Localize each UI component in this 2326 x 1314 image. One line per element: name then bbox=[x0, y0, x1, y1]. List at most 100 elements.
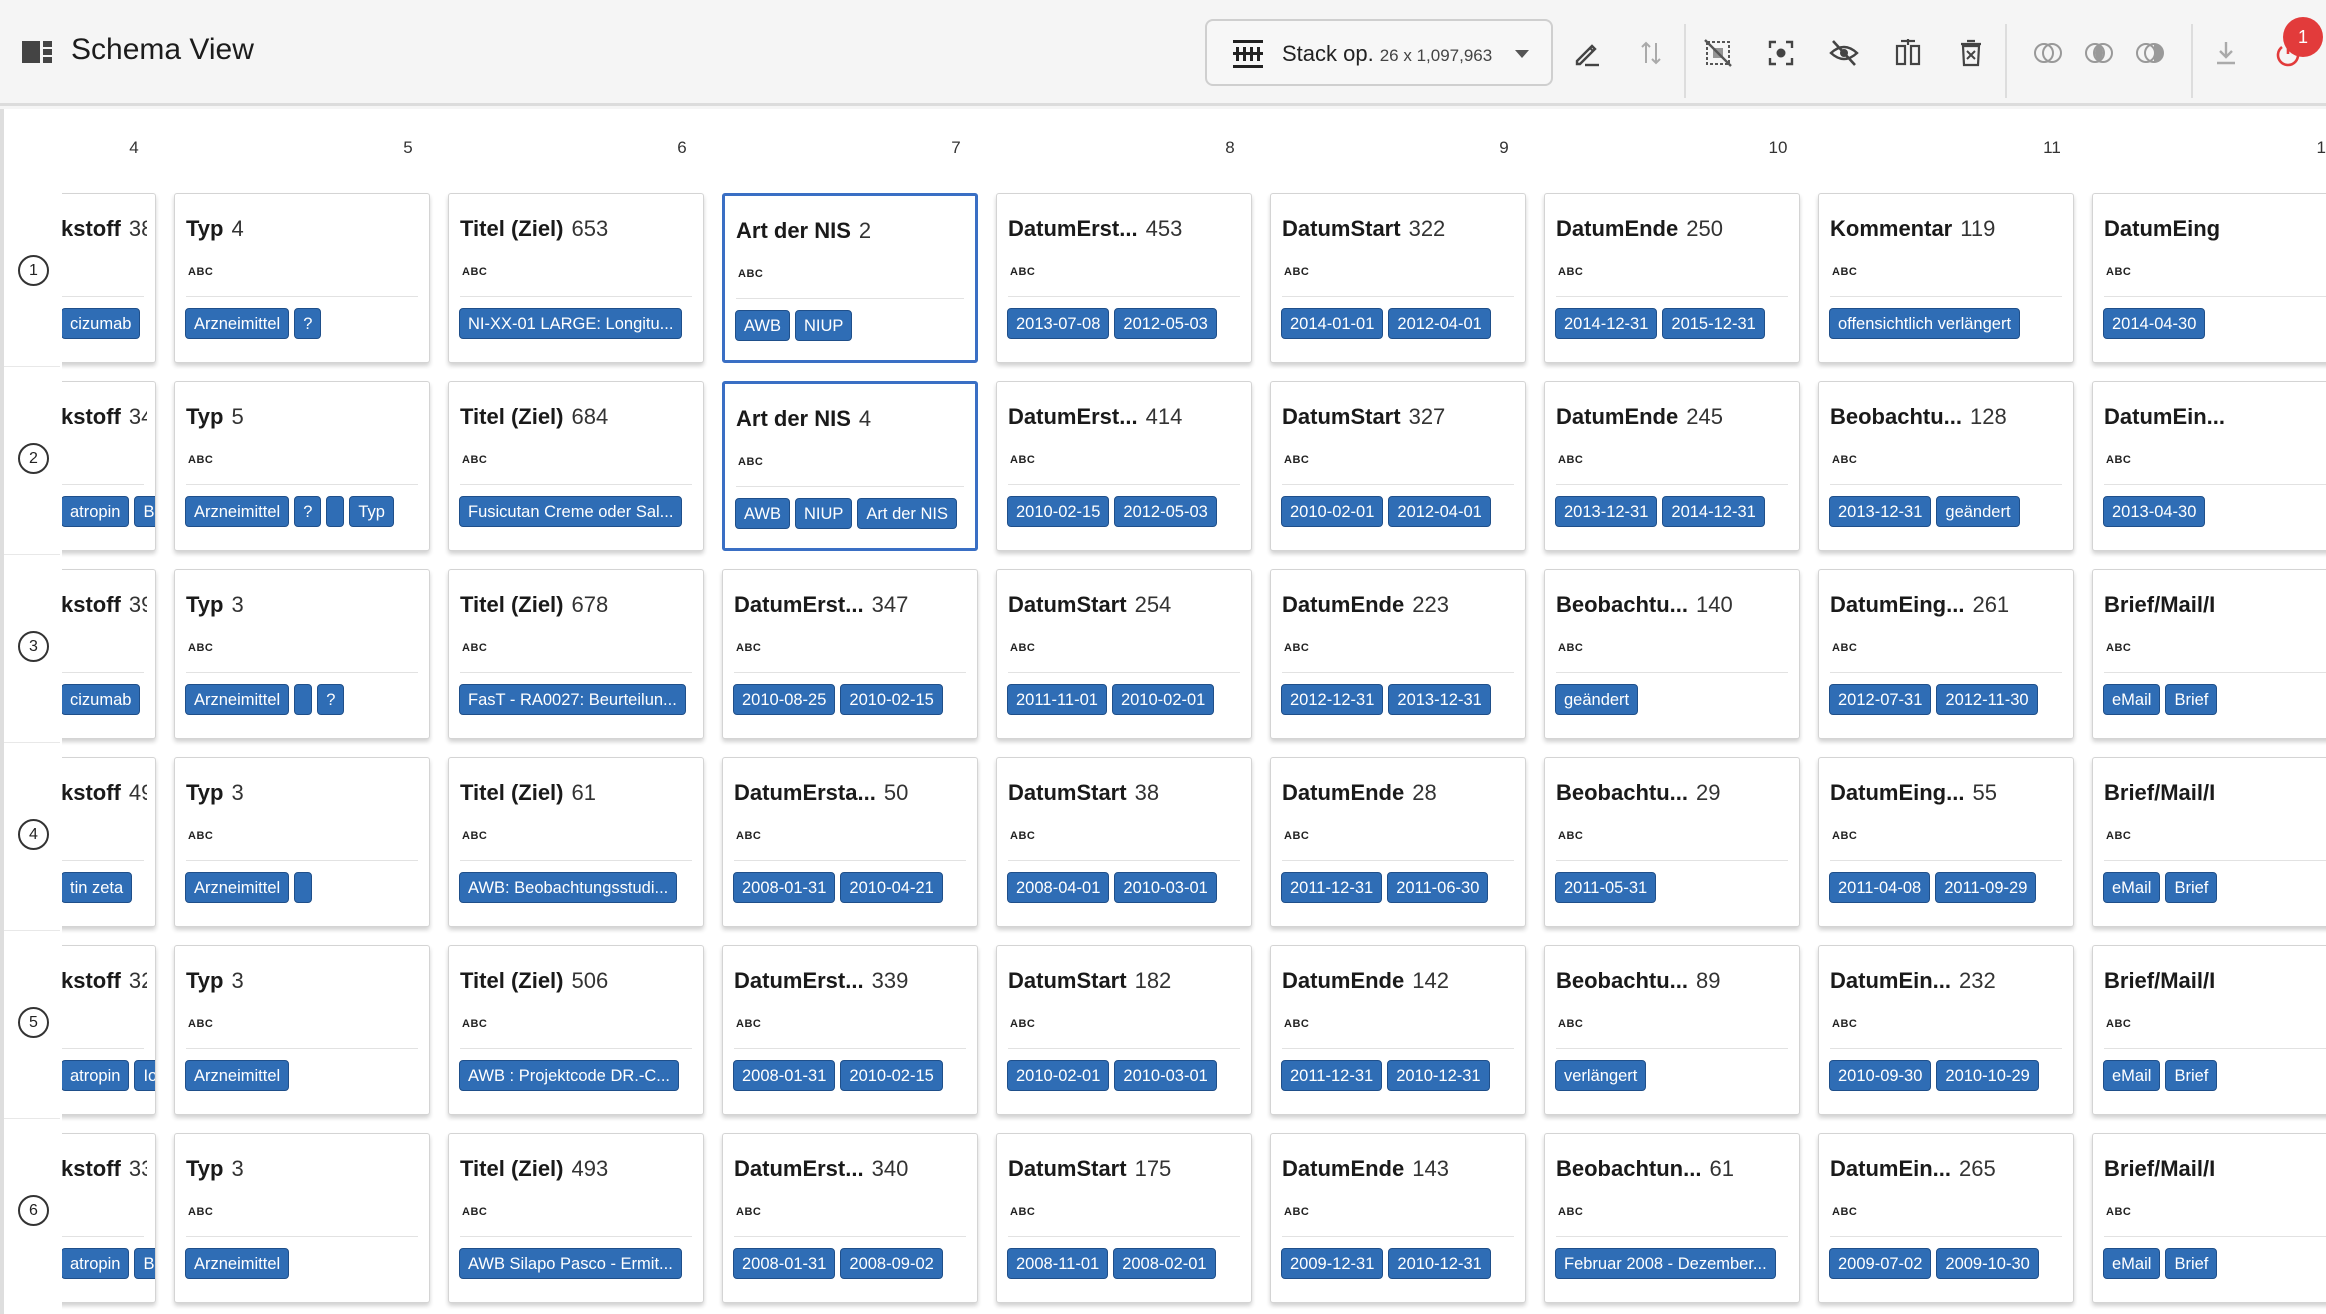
value-chip[interactable]: 2008-11-01 bbox=[1007, 1248, 1109, 1279]
schema-card[interactable]: Brief/Mail/I ABC eMail Brief bbox=[2092, 945, 2326, 1115]
toggle-left-icon[interactable] bbox=[2028, 33, 2068, 73]
value-chip[interactable]: 2011-12-31 bbox=[1281, 872, 1383, 903]
value-chip[interactable]: ? bbox=[294, 308, 322, 339]
pencil-icon[interactable] bbox=[1567, 33, 1607, 73]
value-chip[interactable]: 2015-12-31 bbox=[1662, 308, 1765, 339]
value-chip[interactable]: offensichtlich verlängert bbox=[1829, 308, 2021, 339]
schema-card[interactable]: kstoff 397 cizumab bbox=[62, 569, 156, 739]
schema-card[interactable]: Titel (Ziel) 678 ABC FasT - RA0027: Beurtei… bbox=[448, 569, 704, 739]
value-chip[interactable]: atropin bbox=[62, 1248, 130, 1279]
value-chip[interactable]: eMail bbox=[2103, 684, 2161, 715]
schema-card[interactable]: DatumEnde 250 ABC 2014-12-31 2015-12-31 bbox=[1544, 193, 1800, 363]
schema-card[interactable]: Typ 4 ABC Arzneimittel? bbox=[174, 193, 430, 363]
value-chip[interactable]: 2013-12-31 bbox=[1388, 684, 1491, 715]
notification-badge[interactable]: 1 bbox=[2283, 17, 2323, 57]
deselect-grid-icon[interactable] bbox=[1698, 33, 1738, 73]
value-chip[interactable] bbox=[326, 496, 345, 527]
schema-card[interactable]: Beobachtu... 128 ABC 2013-12-31 geändert bbox=[1818, 381, 2074, 551]
schema-card[interactable]: DatumErst... 340 ABC 2008-01-31 2008-09-02 bbox=[722, 1133, 978, 1303]
schema-card[interactable]: kstoff 49 tin zeta bbox=[62, 757, 156, 927]
schema-card[interactable]: Beobachtun... 61 ABC Februar 2008 - Dezembe… bbox=[1544, 1133, 1800, 1303]
toggle-right-icon[interactable] bbox=[2130, 33, 2170, 73]
value-chip[interactable]: 2010-12-31 bbox=[1388, 1248, 1491, 1279]
focus-icon[interactable] bbox=[1761, 33, 1801, 73]
schema-card[interactable]: Art der NIS 2 ABC AWB NIUP bbox=[722, 193, 978, 363]
value-chip[interactable]: AWB bbox=[735, 310, 790, 341]
value-chip[interactable]: eMail bbox=[2103, 872, 2161, 903]
schema-card[interactable]: Kommentar 119 ABC offensichtlich verlängert bbox=[1818, 193, 2074, 363]
value-chip[interactable]: atropin bbox=[62, 1060, 130, 1091]
value-chip[interactable]: Arzneimittel bbox=[185, 1248, 290, 1279]
value-chip[interactable]: Iomeprol bbox=[134, 1060, 155, 1091]
value-chip[interactable]: Arzneimittel bbox=[185, 1060, 290, 1091]
value-chip[interactable]: 2011-06-30 bbox=[1387, 872, 1489, 903]
value-chip[interactable]: eMail bbox=[2103, 1060, 2161, 1091]
toggle-mid-icon[interactable] bbox=[2079, 33, 2119, 73]
value-chip[interactable]: Fusicutan Creme oder Sal... bbox=[459, 496, 683, 527]
value-chip[interactable]: 2010-02-01 bbox=[1007, 1060, 1110, 1091]
schema-card[interactable]: DatumStart 254 ABC 2011-11-01 2010-02-01 bbox=[996, 569, 1252, 739]
schema-card[interactable]: Typ 3 ABC Arzneimittel bbox=[174, 757, 430, 927]
schema-card[interactable]: kstoff 385 cizumab bbox=[62, 193, 156, 363]
value-chip[interactable]: 2011-09-29 bbox=[1935, 872, 2037, 903]
value-chip[interactable]: geändert bbox=[1555, 684, 1639, 715]
value-chip[interactable]: 2014-12-31 bbox=[1662, 496, 1765, 527]
value-chip[interactable]: 2013-12-31 bbox=[1555, 496, 1658, 527]
value-chip[interactable]: 2014-01-01 bbox=[1281, 308, 1384, 339]
delete-icon[interactable] bbox=[1951, 33, 1991, 73]
row-number[interactable]: 5 bbox=[18, 1007, 49, 1038]
row-number[interactable]: 1 bbox=[18, 255, 49, 286]
download-icon[interactable] bbox=[2206, 33, 2246, 73]
value-chip[interactable]: 2010-12-31 bbox=[1387, 1060, 1490, 1091]
value-chip[interactable]: 2010-03-01 bbox=[1114, 1060, 1217, 1091]
value-chip[interactable]: 2008-02-01 bbox=[1113, 1248, 1216, 1279]
schema-card[interactable]: Typ 5 ABC Arzneimittel? Typ bbox=[174, 381, 430, 551]
value-chip[interactable]: tin zeta bbox=[62, 872, 133, 903]
schema-card[interactable]: DatumEnde 143 ABC 2009-12-31 2010-12-31 bbox=[1270, 1133, 1526, 1303]
value-chip[interactable]: Bevacizumab bbox=[134, 496, 155, 527]
value-chip[interactable]: 2012-05-03 bbox=[1114, 496, 1217, 527]
schema-card[interactable]: DatumEing ABC 2014-04-30 bbox=[2092, 193, 2326, 363]
value-chip[interactable]: NIUP bbox=[794, 310, 853, 341]
schema-card[interactable]: DatumEing... 261 ABC 2012-07-31 2012-11-30 bbox=[1818, 569, 2074, 739]
value-chip[interactable]: Arzneimittel bbox=[185, 684, 290, 715]
value-chip[interactable]: 2010-04-21 bbox=[840, 872, 943, 903]
value-chip[interactable]: 2013-07-08 bbox=[1007, 308, 1110, 339]
schema-card[interactable]: DatumEnde 28 ABC 2011-12-31 2011-06-30 bbox=[1270, 757, 1526, 927]
value-chip[interactable]: ? bbox=[317, 684, 345, 715]
value-chip[interactable]: 2009-12-31 bbox=[1281, 1248, 1384, 1279]
value-chip[interactable]: 2008-01-31 bbox=[733, 1060, 836, 1091]
value-chip[interactable]: 2013-04-30 bbox=[2103, 496, 2206, 527]
sort-arrows-icon[interactable] bbox=[1631, 33, 1671, 73]
schema-card[interactable]: Art der NIS 4 ABC AWB NIUP Art der NIS bbox=[722, 381, 978, 551]
operation-select[interactable]: Stack op. 26 x 1,097,963 bbox=[1205, 19, 1553, 86]
value-chip[interactable]: AWB : Projektcode DR.-C... bbox=[459, 1060, 680, 1091]
schema-card[interactable]: kstoff 321 atropinIomeprol bbox=[62, 945, 156, 1115]
schema-card[interactable]: DatumStart 327 ABC 2010-02-01 2012-04-01 bbox=[1270, 381, 1526, 551]
schema-card[interactable]: DatumErst... 414 ABC 2010-02-15 2012-05-03 bbox=[996, 381, 1252, 551]
value-chip[interactable]: 2010-02-15 bbox=[840, 684, 943, 715]
schema-card[interactable]: kstoff 336 atropinBevacizumab bbox=[62, 1133, 156, 1303]
value-chip[interactable]: 2010-09-30 bbox=[1829, 1060, 1932, 1091]
value-chip[interactable]: 2012-05-03 bbox=[1114, 308, 1217, 339]
schema-card[interactable]: Typ 3 ABC Arzneimittel? bbox=[174, 569, 430, 739]
schema-card[interactable]: Beobachtu... 89 ABC verlängert bbox=[1544, 945, 1800, 1115]
schema-card[interactable]: DatumEing... 55 ABC 2011-04-08 2011-09-29 bbox=[1818, 757, 2074, 927]
value-chip[interactable]: geändert bbox=[1936, 496, 2020, 527]
value-chip[interactable] bbox=[294, 684, 313, 715]
schema-card[interactable]: Brief/Mail/I ABC eMail Brief bbox=[2092, 569, 2326, 739]
value-chip[interactable]: NIUP bbox=[794, 498, 853, 529]
schema-card[interactable]: Brief/Mail/I ABC eMail Brief bbox=[2092, 1133, 2326, 1303]
value-chip[interactable]: cizumab bbox=[62, 308, 141, 339]
schema-card[interactable]: kstoff 344 atropinBevacizumab bbox=[62, 381, 156, 551]
schema-card[interactable]: DatumEnde 142 ABC 2011-12-31 2010-12-31 bbox=[1270, 945, 1526, 1115]
schema-card[interactable]: Beobachtu... 140 ABC geändert bbox=[1544, 569, 1800, 739]
schema-card[interactable]: DatumStart 322 ABC 2014-01-01 2012-04-01 bbox=[1270, 193, 1526, 363]
value-chip[interactable]: 2008-04-01 bbox=[1007, 872, 1110, 903]
value-chip[interactable]: 2012-04-01 bbox=[1388, 496, 1491, 527]
value-chip[interactable]: 2010-03-01 bbox=[1114, 872, 1217, 903]
value-chip[interactable]: 2008-01-31 bbox=[733, 1248, 836, 1279]
schema-card[interactable]: DatumStart 38 ABC 2008-04-01 2010-03-01 bbox=[996, 757, 1252, 927]
value-chip[interactable]: 2009-07-02 bbox=[1829, 1248, 1932, 1279]
schema-card[interactable]: DatumErsta... 50 ABC 2008-01-31 2010-04-21 bbox=[722, 757, 978, 927]
